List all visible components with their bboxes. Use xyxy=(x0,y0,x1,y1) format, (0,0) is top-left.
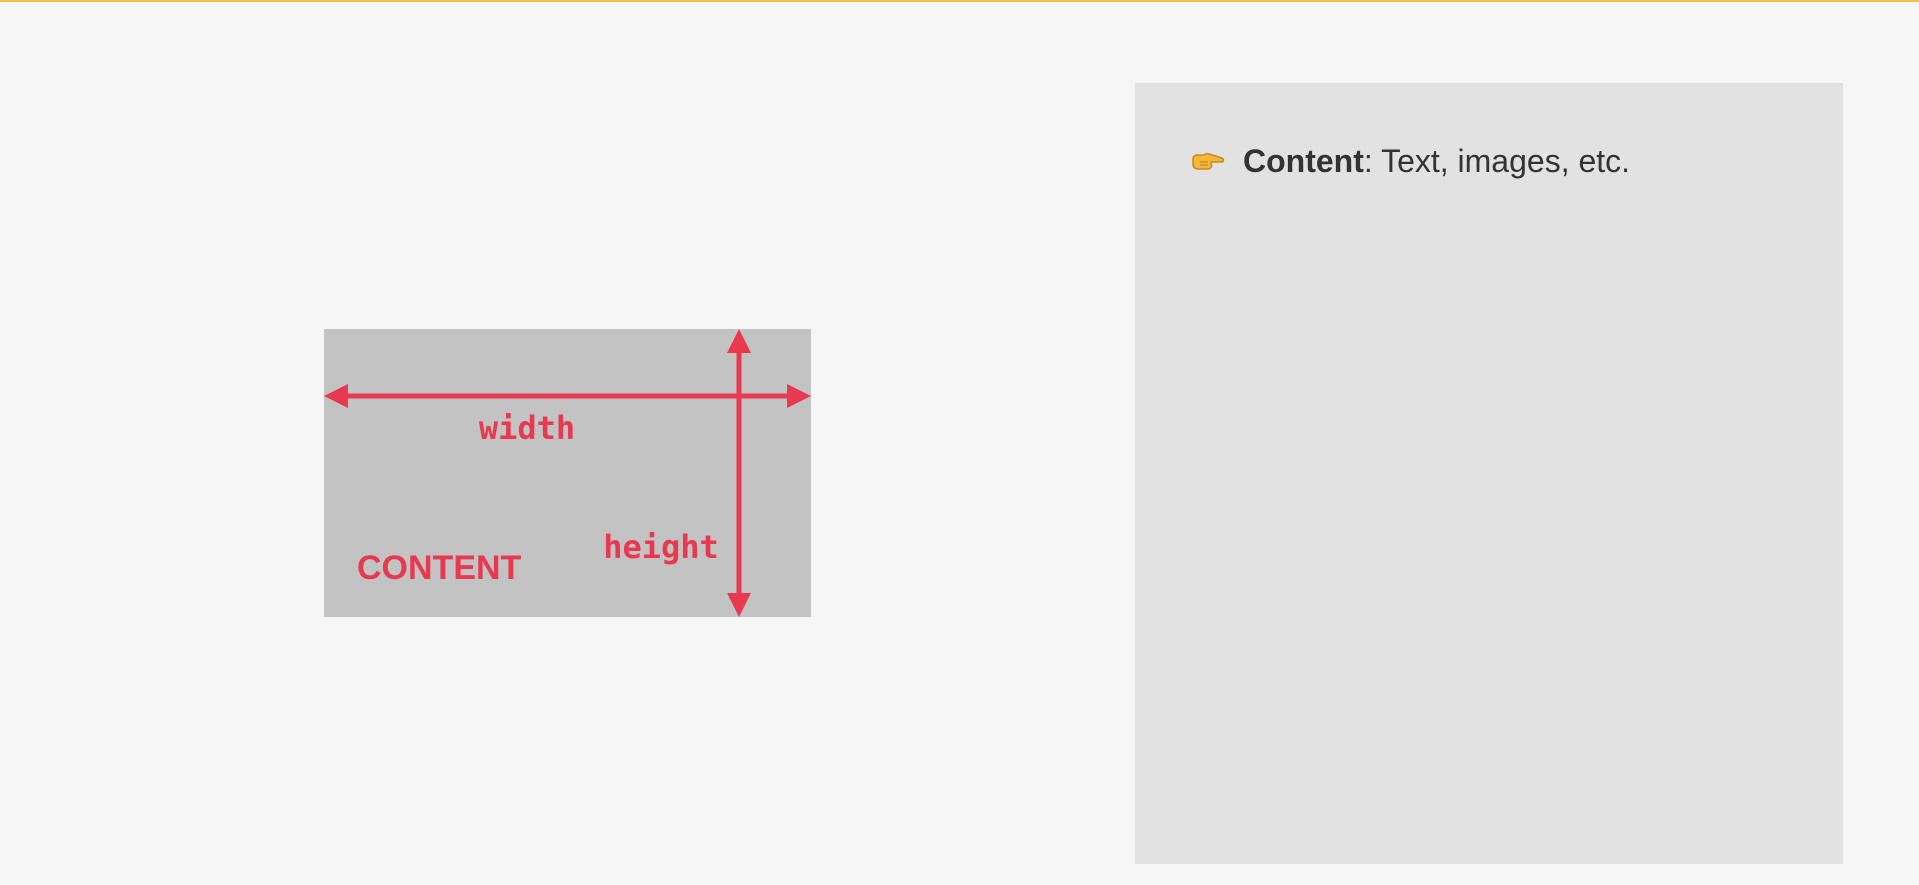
note-term: Content xyxy=(1243,143,1364,179)
height-label: height xyxy=(603,528,719,566)
width-label: width xyxy=(479,409,575,447)
note-panel: Content: Text, images, etc. xyxy=(1135,83,1843,864)
height-arrow-top-head xyxy=(727,329,751,353)
height-arrow xyxy=(727,329,751,617)
note-bullet: Content: Text, images, etc. xyxy=(1191,143,1630,180)
width-arrow-left-head xyxy=(324,384,348,408)
pointing-right-hand-icon xyxy=(1192,152,1225,170)
note-description: : Text, images, etc. xyxy=(1363,143,1631,179)
height-arrow-bottom-head xyxy=(727,593,751,617)
content-label: CONTENT xyxy=(357,549,522,587)
width-arrow-right-head xyxy=(787,384,811,408)
